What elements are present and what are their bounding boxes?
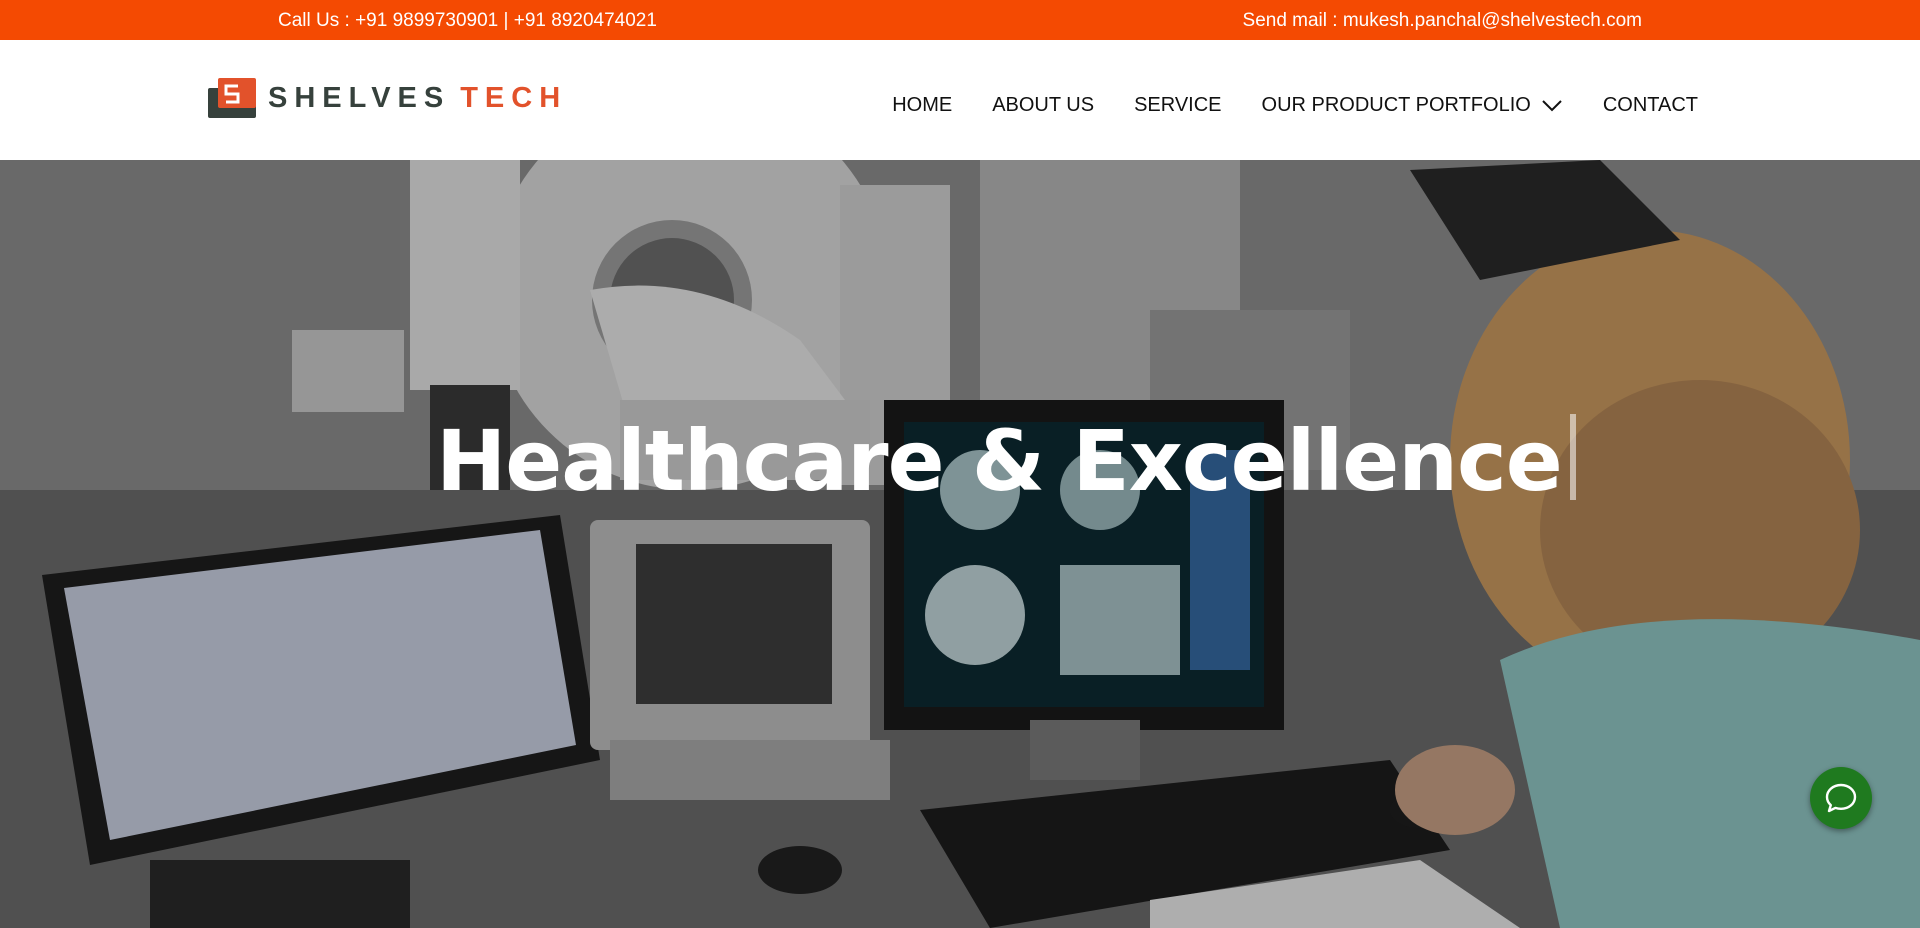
chat-button[interactable]	[1810, 767, 1872, 829]
chat-bubble-icon	[1825, 783, 1857, 813]
send-mail-text[interactable]: Send mail : mukesh.panchal@shelvestech.c…	[1243, 10, 1642, 32]
nav-product-portfolio[interactable]: OUR PRODUCT PORTFOLIO	[1262, 94, 1563, 117]
nav-contact[interactable]: CONTACT	[1603, 94, 1698, 117]
logo-word-shelves: SHELVES	[268, 81, 451, 114]
main-menu: HOME ABOUT US SERVICE OUR PRODUCT PORTFO…	[892, 94, 1698, 117]
nav-home[interactable]: HOME	[892, 94, 952, 117]
shelves-tech-logo-icon	[208, 78, 256, 118]
hero-title: Healthcare & Excellence	[436, 412, 1576, 510]
hero-title-text: Healthcare & Excellence	[436, 412, 1563, 510]
nav-service[interactable]: SERVICE	[1134, 94, 1221, 117]
logo-word-tech: TECH	[460, 81, 568, 114]
nav-product-portfolio-label: OUR PRODUCT PORTFOLIO	[1261, 94, 1531, 116]
logo-wordmark: SHELVES TECH	[268, 82, 567, 115]
navbar: SHELVES TECH HOME ABOUT US SERVICE OUR PR…	[0, 40, 1920, 160]
nav-about-us[interactable]: ABOUT US	[992, 94, 1094, 117]
hero-banner: Healthcare & Excellence	[0, 160, 1920, 928]
typing-cursor	[1569, 414, 1576, 500]
chevron-down-icon	[1542, 99, 1562, 111]
call-us-text[interactable]: Call Us : +91 9899730901 | +91 892047402…	[278, 10, 657, 32]
hero-dark-overlay	[0, 160, 1920, 928]
site-logo[interactable]: SHELVES TECH	[208, 76, 567, 120]
top-contact-bar: Call Us : +91 9899730901 | +91 892047402…	[0, 0, 1920, 40]
